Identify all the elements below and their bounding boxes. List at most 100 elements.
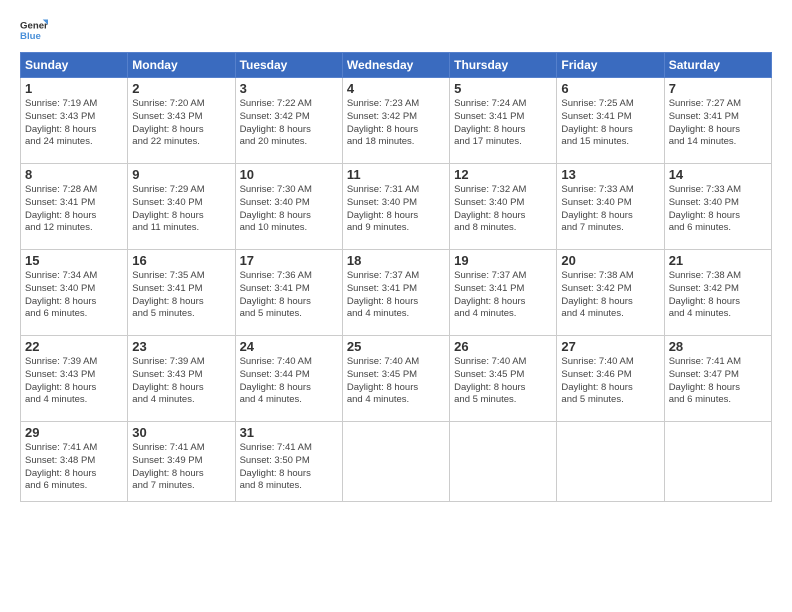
calendar-cell: 23 Sunrise: 7:39 AM Sunset: 3:43 PM Dayli… (128, 336, 235, 422)
day-info: Sunrise: 7:39 AM Sunset: 3:43 PM Dayligh… (25, 356, 123, 407)
calendar-cell: 18 Sunrise: 7:37 AM Sunset: 3:41 PM Dayli… (342, 250, 449, 336)
day-number: 22 (25, 339, 123, 354)
day-info: Sunrise: 7:37 AM Sunset: 3:41 PM Dayligh… (347, 270, 445, 321)
weekday-header-tuesday: Tuesday (235, 53, 342, 78)
day-info: Sunrise: 7:38 AM Sunset: 3:42 PM Dayligh… (561, 270, 659, 321)
calendar-cell: 25Sunrise: 7:40 AM Sunset: 3:45 PM Dayli… (342, 336, 449, 422)
day-number: 27 (561, 339, 659, 354)
calendar-cell: 1 Sunrise: 7:19 AM Sunset: 3:43 PM Daylig… (21, 78, 128, 164)
day-number: 7 (669, 81, 767, 96)
day-number: 24 (240, 339, 338, 354)
day-number: 28 (669, 339, 767, 354)
calendar-cell: 17 Sunrise: 7:36 AM Sunset: 3:41 PM Dayli… (235, 250, 342, 336)
calendar-cell: 22 Sunrise: 7:39 AM Sunset: 3:43 PM Dayli… (21, 336, 128, 422)
day-number: 8 (25, 167, 123, 182)
calendar-cell: 27Sunrise: 7:40 AM Sunset: 3:46 PM Dayli… (557, 336, 664, 422)
calendar-week-5: 29Sunrise: 7:41 AM Sunset: 3:48 PM Dayli… (21, 422, 772, 502)
calendar-cell: 14 Sunrise: 7:33 AM Sunset: 3:40 PM Dayli… (664, 164, 771, 250)
header: General Blue (20, 16, 772, 44)
calendar-cell: 3 Sunrise: 7:22 AM Sunset: 3:42 PM Daylig… (235, 78, 342, 164)
calendar-week-3: 15Sunrise: 7:34 AM Sunset: 3:40 PM Dayli… (21, 250, 772, 336)
day-info: Sunrise: 7:41 AM Sunset: 3:49 PM Dayligh… (132, 442, 230, 493)
day-number: 23 (132, 339, 230, 354)
day-info: Sunrise: 7:28 AM Sunset: 3:41 PM Dayligh… (25, 184, 123, 235)
day-number: 4 (347, 81, 445, 96)
day-info: Sunrise: 7:33 AM Sunset: 3:40 PM Dayligh… (669, 184, 767, 235)
day-number: 17 (240, 253, 338, 268)
day-number: 20 (561, 253, 659, 268)
day-info: Sunrise: 7:40 AM Sunset: 3:44 PM Dayligh… (240, 356, 338, 407)
calendar-cell: 12 Sunrise: 7:32 AM Sunset: 3:40 PM Dayli… (450, 164, 557, 250)
page: General Blue SundayMondayTuesdayWednesda… (0, 0, 792, 612)
calendar-cell: 15Sunrise: 7:34 AM Sunset: 3:40 PM Dayli… (21, 250, 128, 336)
day-info: Sunrise: 7:35 AM Sunset: 3:41 PM Dayligh… (132, 270, 230, 321)
calendar-cell: 31 Sunrise: 7:41 AM Sunset: 3:50 PM Dayli… (235, 422, 342, 502)
day-info: Sunrise: 7:25 AM Sunset: 3:41 PM Dayligh… (561, 98, 659, 149)
day-number: 13 (561, 167, 659, 182)
weekday-header-friday: Friday (557, 53, 664, 78)
weekday-header-saturday: Saturday (664, 53, 771, 78)
day-number: 19 (454, 253, 552, 268)
calendar-week-4: 22 Sunrise: 7:39 AM Sunset: 3:43 PM Dayli… (21, 336, 772, 422)
weekday-header-thursday: Thursday (450, 53, 557, 78)
calendar-cell: 24 Sunrise: 7:40 AM Sunset: 3:44 PM Dayli… (235, 336, 342, 422)
day-info: Sunrise: 7:20 AM Sunset: 3:43 PM Dayligh… (132, 98, 230, 149)
day-number: 25 (347, 339, 445, 354)
calendar-cell: 6 Sunrise: 7:25 AM Sunset: 3:41 PM Daylig… (557, 78, 664, 164)
day-info: Sunrise: 7:34 AM Sunset: 3:40 PM Dayligh… (25, 270, 123, 321)
day-number: 5 (454, 81, 552, 96)
calendar-cell (557, 422, 664, 502)
day-info: Sunrise: 7:23 AM Sunset: 3:42 PM Dayligh… (347, 98, 445, 149)
calendar-cell: 7 Sunrise: 7:27 AM Sunset: 3:41 PM Daylig… (664, 78, 771, 164)
day-number: 14 (669, 167, 767, 182)
day-number: 21 (669, 253, 767, 268)
calendar-cell: 20 Sunrise: 7:38 AM Sunset: 3:42 PM Dayli… (557, 250, 664, 336)
day-number: 31 (240, 425, 338, 440)
day-info: Sunrise: 7:38 AM Sunset: 3:42 PM Dayligh… (669, 270, 767, 321)
calendar-cell: 28 Sunrise: 7:41 AM Sunset: 3:47 PM Dayli… (664, 336, 771, 422)
day-number: 12 (454, 167, 552, 182)
calendar-body: 1 Sunrise: 7:19 AM Sunset: 3:43 PM Daylig… (21, 78, 772, 502)
calendar-cell (664, 422, 771, 502)
calendar-cell: 19 Sunrise: 7:37 AM Sunset: 3:41 PM Dayli… (450, 250, 557, 336)
calendar-cell (450, 422, 557, 502)
svg-text:Blue: Blue (20, 31, 41, 42)
calendar-cell: 11 Sunrise: 7:31 AM Sunset: 3:40 PM Dayli… (342, 164, 449, 250)
day-info: Sunrise: 7:39 AM Sunset: 3:43 PM Dayligh… (132, 356, 230, 407)
day-info: Sunrise: 7:36 AM Sunset: 3:41 PM Dayligh… (240, 270, 338, 321)
day-info: Sunrise: 7:33 AM Sunset: 3:40 PM Dayligh… (561, 184, 659, 235)
day-info: Sunrise: 7:37 AM Sunset: 3:41 PM Dayligh… (454, 270, 552, 321)
svg-text:General: General (20, 20, 48, 31)
weekday-header-sunday: Sunday (21, 53, 128, 78)
day-info: Sunrise: 7:22 AM Sunset: 3:42 PM Dayligh… (240, 98, 338, 149)
calendar-cell: 5 Sunrise: 7:24 AM Sunset: 3:41 PM Daylig… (450, 78, 557, 164)
calendar-cell: 2 Sunrise: 7:20 AM Sunset: 3:43 PM Daylig… (128, 78, 235, 164)
day-number: 1 (25, 81, 123, 96)
calendar-cell (342, 422, 449, 502)
weekday-header-monday: Monday (128, 53, 235, 78)
day-info: Sunrise: 7:30 AM Sunset: 3:40 PM Dayligh… (240, 184, 338, 235)
day-number: 18 (347, 253, 445, 268)
day-info: Sunrise: 7:41 AM Sunset: 3:50 PM Dayligh… (240, 442, 338, 493)
day-number: 2 (132, 81, 230, 96)
calendar-cell: 9Sunrise: 7:29 AM Sunset: 3:40 PM Daylig… (128, 164, 235, 250)
day-number: 11 (347, 167, 445, 182)
day-info: Sunrise: 7:41 AM Sunset: 3:48 PM Dayligh… (25, 442, 123, 493)
day-info: Sunrise: 7:24 AM Sunset: 3:41 PM Dayligh… (454, 98, 552, 149)
day-info: Sunrise: 7:31 AM Sunset: 3:40 PM Dayligh… (347, 184, 445, 235)
day-info: Sunrise: 7:19 AM Sunset: 3:43 PM Dayligh… (25, 98, 123, 149)
calendar-week-2: 8 Sunrise: 7:28 AM Sunset: 3:41 PM Daylig… (21, 164, 772, 250)
day-number: 26 (454, 339, 552, 354)
calendar-cell: 4 Sunrise: 7:23 AM Sunset: 3:42 PM Daylig… (342, 78, 449, 164)
day-number: 10 (240, 167, 338, 182)
day-number: 30 (132, 425, 230, 440)
calendar: SundayMondayTuesdayWednesdayThursdayFrid… (20, 52, 772, 502)
calendar-header: SundayMondayTuesdayWednesdayThursdayFrid… (21, 53, 772, 78)
day-info: Sunrise: 7:41 AM Sunset: 3:47 PM Dayligh… (669, 356, 767, 407)
day-info: Sunrise: 7:27 AM Sunset: 3:41 PM Dayligh… (669, 98, 767, 149)
day-info: Sunrise: 7:32 AM Sunset: 3:40 PM Dayligh… (454, 184, 552, 235)
weekday-header-wednesday: Wednesday (342, 53, 449, 78)
day-number: 6 (561, 81, 659, 96)
calendar-cell: 30 Sunrise: 7:41 AM Sunset: 3:49 PM Dayli… (128, 422, 235, 502)
day-number: 3 (240, 81, 338, 96)
